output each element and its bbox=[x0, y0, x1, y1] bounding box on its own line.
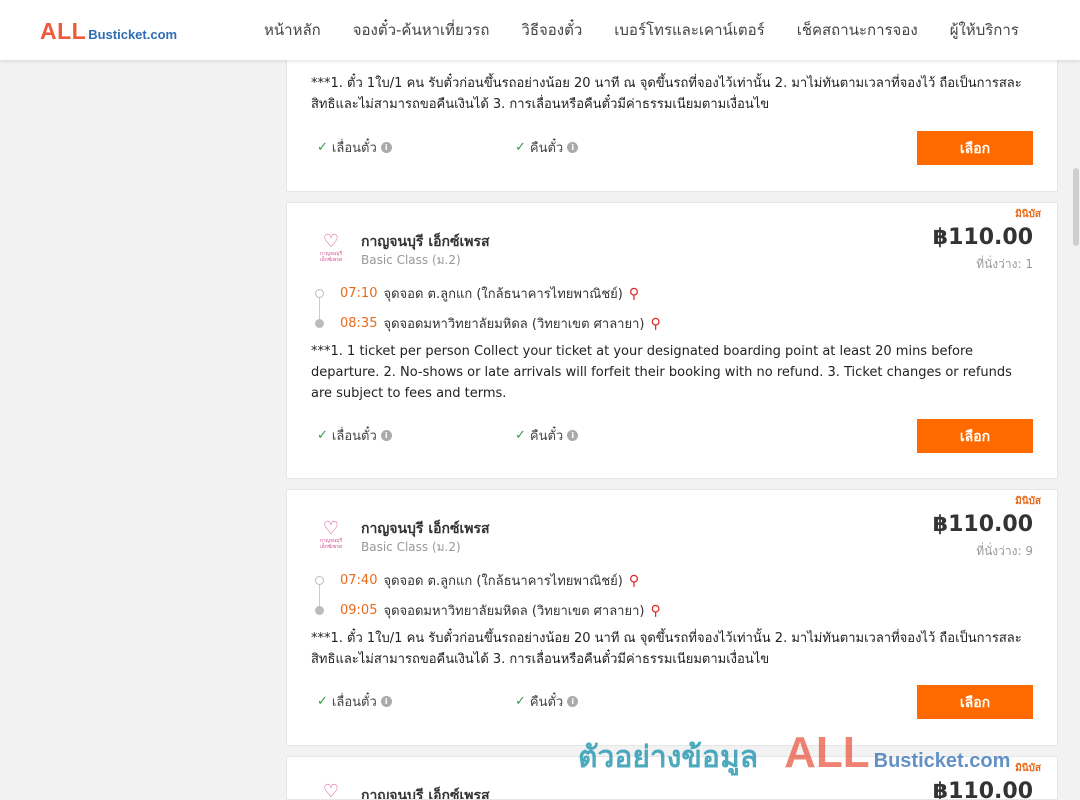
site-header: ALL Busticket.com หน้าหลัก จองตั๋ว-ค้นหา… bbox=[0, 0, 1080, 60]
operator-logo: ♡ กาญจนบุรี เอ็กซ์เพรส bbox=[313, 233, 349, 269]
bus-class: Basic Class (ม.2) bbox=[361, 253, 461, 267]
nav-home[interactable]: หน้าหลัก bbox=[248, 18, 337, 42]
sample-data-watermark: ตัวอย่างข้อมูล ALL Busticket.com bbox=[578, 728, 1010, 781]
info-icon[interactable]: i bbox=[380, 142, 392, 153]
operator-name: กาญจนบุรี เอ็กซ์เพรส bbox=[361, 788, 490, 800]
operator-name: กาญจนบุรี เอ็กซ์เพรส bbox=[361, 234, 490, 250]
map-pin-icon[interactable]: ⚲ bbox=[629, 573, 639, 589]
heart-logo-icon: ♡ bbox=[322, 781, 340, 800]
nav-book-search[interactable]: จองตั๋ว-ค้นหาเที่ยวรถ bbox=[337, 18, 506, 42]
route-dot bbox=[315, 576, 324, 585]
map-pin-icon[interactable]: ⚲ bbox=[650, 316, 660, 332]
info-icon[interactable]: i bbox=[380, 430, 392, 441]
option-change-ticket: ✓ เลื่อนตั๋ว i bbox=[317, 137, 392, 158]
departure-stop: 07:40 จุดจอด ต.ลูกแก (ใกล้ธนาคารไทยพาณิช… bbox=[315, 570, 639, 591]
trip-card: มินิบัส ♡ กาญจนบุรี เอ็กซ์เพรส กาญจนบุรี… bbox=[286, 489, 1058, 746]
logo-all: ALL bbox=[40, 18, 87, 44]
map-pin-icon[interactable]: ⚲ bbox=[629, 286, 639, 302]
option-label: เลื่อนตั๋ว bbox=[331, 429, 377, 444]
vehicle-type-badge: มินิบัส bbox=[1015, 496, 1041, 507]
departure-place: จุดจอด ต.ลูกแก (ใกล้ธนาคารไทยพาณิชย์) bbox=[383, 287, 623, 302]
option-refund-ticket: ✓ คืนตั๋ว i bbox=[515, 691, 579, 712]
option-label: คืนตั๋ว bbox=[529, 695, 564, 710]
check-icon: ✓ bbox=[317, 140, 328, 155]
departure-stop: 07:10 จุดจอด ต.ลูกแก (ใกล้ธนาคารไทยพาณิช… bbox=[315, 283, 639, 304]
arrival-place: จุดจอดมหาวิทยาลัยมหิดล (วิทยาเขต ศาลายา) bbox=[383, 604, 645, 619]
option-change-ticket: ✓ เลื่อนตั๋ว i bbox=[317, 425, 392, 446]
departure-place: จุดจอด ต.ลูกแก (ใกล้ธนาคารไทยพาณิชย์) bbox=[383, 574, 623, 589]
route-dot bbox=[315, 289, 324, 298]
vehicle-type-badge: มินิบัส bbox=[1015, 763, 1041, 774]
ticket-price: ฿110.00 bbox=[932, 779, 1033, 800]
arrival-time: 08:35 bbox=[340, 316, 378, 331]
arrival-time: 09:05 bbox=[340, 603, 378, 618]
nav-operators[interactable]: ผู้ให้บริการ bbox=[934, 18, 1035, 42]
option-label: เลื่อนตั๋ว bbox=[331, 141, 377, 156]
arrival-stop: 09:05 จุดจอดมหาวิทยาลัยมหิดล (วิทยาเขต ศ… bbox=[315, 600, 661, 621]
scrollbar-thumb[interactable] bbox=[1073, 168, 1079, 246]
check-icon: ✓ bbox=[317, 694, 328, 709]
vehicle-type-badge: มินิบัส bbox=[1015, 209, 1041, 220]
option-refund-ticket: ✓ คืนตั๋ว i bbox=[515, 425, 579, 446]
ticket-price: ฿110.00 bbox=[932, 225, 1033, 250]
ticket-price: ฿110.00 bbox=[932, 512, 1033, 537]
operator-logo: ♡ กาญจนบุรี เอ็กซ์เพรส bbox=[313, 520, 349, 556]
info-icon[interactable]: i bbox=[380, 696, 392, 707]
bus-class: Basic Class (ม.2) bbox=[361, 540, 461, 554]
info-icon[interactable]: i bbox=[567, 696, 579, 707]
page-scrollbar[interactable] bbox=[1072, 60, 1080, 800]
option-label: คืนตั๋ว bbox=[529, 141, 564, 156]
check-icon: ✓ bbox=[317, 428, 328, 443]
heart-logo-icon: ♡ bbox=[322, 518, 340, 539]
operator-logo-text: กาญจนบุรี เอ็กซ์เพรส bbox=[319, 538, 343, 550]
main-nav: หน้าหลัก จองตั๋ว-ค้นหาเที่ยวรถ วิธีจองตั… bbox=[248, 0, 1035, 60]
heart-logo-icon: ♡ bbox=[322, 231, 340, 252]
select-trip-button[interactable]: เลือก bbox=[917, 419, 1033, 453]
seats-available: ที่นั่งว่าง: 9 bbox=[976, 544, 1033, 558]
option-refund-ticket: ✓ คืนตั๋ว i bbox=[515, 137, 579, 158]
logo-busticket: Busticket.com bbox=[88, 27, 178, 42]
check-icon: ✓ bbox=[515, 140, 526, 155]
seats-available: ที่นั่งว่าง: 1 bbox=[976, 257, 1033, 271]
departure-time: 07:10 bbox=[340, 286, 378, 301]
watermark-logo-busticket: Busticket.com bbox=[873, 750, 1011, 772]
info-icon[interactable]: i bbox=[567, 430, 579, 441]
check-icon: ✓ bbox=[515, 428, 526, 443]
route-dot bbox=[315, 606, 324, 615]
select-trip-button[interactable]: เลือก bbox=[917, 131, 1033, 165]
trip-terms: ***1. 1 ticket per person Collect your t… bbox=[311, 344, 1012, 401]
departure-time: 07:40 bbox=[340, 573, 378, 588]
nav-how-to-book[interactable]: วิธีจองตั๋ว bbox=[505, 18, 598, 42]
map-pin-icon[interactable]: ⚲ bbox=[650, 603, 660, 619]
watermark-logo-all: ALL bbox=[784, 728, 870, 777]
trip-terms: ***1. ตั๋ว 1ใบ/1 คน รับตั๋วก่อนขึ้นรถอย่… bbox=[311, 631, 1022, 667]
operator-logo: ♡ bbox=[313, 783, 349, 800]
watermark-thai-text: ตัวอย่างข้อมูล bbox=[578, 740, 759, 775]
option-change-ticket: ✓ เลื่อนตั๋ว i bbox=[317, 691, 392, 712]
route-dot bbox=[315, 319, 324, 328]
check-icon: ✓ bbox=[515, 694, 526, 709]
option-label: เลื่อนตั๋ว bbox=[331, 695, 377, 710]
trip-card: มินิบัส ♡ กาญจนบุรี เอ็กซ์เพรส กาญจนบุรี… bbox=[286, 202, 1058, 479]
option-label: คืนตั๋ว bbox=[529, 429, 564, 444]
select-trip-button[interactable]: เลือก bbox=[917, 685, 1033, 719]
trip-terms: ***1. ตั๋ว 1ใบ/1 คน รับตั๋วก่อนขึ้นรถอย่… bbox=[311, 76, 1022, 112]
nav-contact-counters[interactable]: เบอร์โทรและเคาน์เตอร์ bbox=[598, 18, 780, 42]
info-icon[interactable]: i bbox=[567, 142, 579, 153]
trip-card: ***1. ตั๋ว 1ใบ/1 คน รับตั๋วก่อนขึ้นรถอย่… bbox=[286, 40, 1058, 192]
operator-name: กาญจนบุรี เอ็กซ์เพรส bbox=[361, 521, 490, 537]
nav-check-booking[interactable]: เช็คสถานะการจอง bbox=[781, 18, 934, 42]
arrival-place: จุดจอดมหาวิทยาลัยมหิดล (วิทยาเขต ศาลายา) bbox=[383, 317, 645, 332]
arrival-stop: 08:35 จุดจอดมหาวิทยาลัยมหิดล (วิทยาเขต ศ… bbox=[315, 313, 661, 334]
operator-logo-text: กาญจนบุรี เอ็กซ์เพรส bbox=[319, 251, 343, 263]
site-logo[interactable]: ALL Busticket.com bbox=[40, 18, 177, 45]
